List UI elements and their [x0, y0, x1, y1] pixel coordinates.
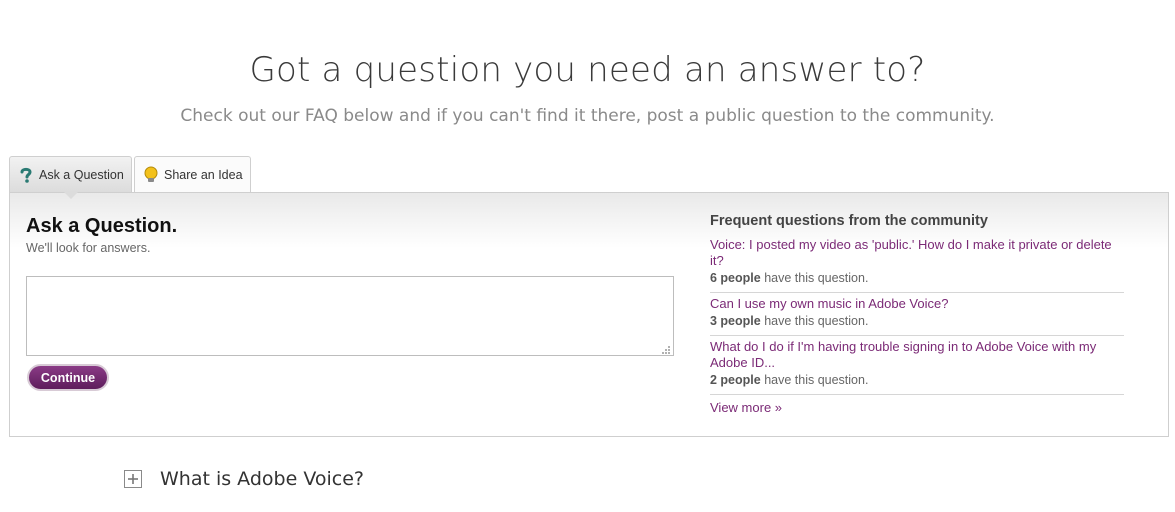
continue-button[interactable]: Continue: [27, 364, 109, 391]
faq-item: What do I do if I'm having trouble signi…: [710, 336, 1124, 395]
people-count: 3 people: [710, 314, 761, 328]
lightbulb-icon: [143, 166, 159, 184]
faq-item: Voice: I posted my video as 'public.' Ho…: [710, 234, 1124, 293]
view-more-link[interactable]: View more »: [710, 400, 782, 415]
faq-question-link[interactable]: Voice: I posted my video as 'public.' Ho…: [710, 237, 1124, 269]
tab-label: Ask a Question: [39, 167, 124, 182]
faq-item: Can I use my own music in Adobe Voice? 3…: [710, 293, 1124, 336]
tab-ask-question[interactable]: Ask a Question: [9, 156, 132, 192]
count-suffix: have this question.: [764, 373, 869, 387]
faq-count: 2 people have this question.: [710, 372, 1124, 388]
ask-question-title: Ask a Question.: [26, 215, 178, 237]
faq-heading: Frequent questions from the community: [710, 213, 988, 229]
accordion-label: What is Adobe Voice?: [160, 468, 364, 490]
faq-count: 3 people have this question.: [710, 313, 1124, 329]
resize-grip-icon[interactable]: [661, 342, 671, 354]
ask-question-subtitle: We'll look for answers.: [26, 241, 151, 255]
question-mark-icon: [18, 166, 34, 184]
frequent-questions: Frequent questions from the community Vo…: [710, 213, 1124, 417]
people-count: 6 people: [710, 271, 761, 285]
faq-question-link[interactable]: What do I do if I'm having trouble signi…: [710, 339, 1124, 371]
ask-question-panel: Ask a Question. We'll look for answers. …: [9, 192, 1169, 437]
expand-plus-icon[interactable]: [124, 470, 142, 488]
page-title: Got a question you need an answer to?: [249, 50, 926, 90]
faq-count: 6 people have this question.: [710, 270, 1124, 286]
tab-share-idea[interactable]: Share an Idea: [134, 156, 251, 193]
active-tab-pointer: [64, 192, 78, 199]
faq-accordion-item[interactable]: What is Adobe Voice?: [124, 468, 364, 490]
page-subtitle: Check out our FAQ below and if you can't…: [180, 106, 995, 126]
faq-question-link[interactable]: Can I use my own music in Adobe Voice?: [710, 296, 1124, 312]
count-suffix: have this question.: [764, 314, 869, 328]
count-suffix: have this question.: [764, 271, 869, 285]
people-count: 2 people: [710, 373, 761, 387]
tab-label: Share an Idea: [164, 168, 243, 182]
question-input[interactable]: [26, 276, 674, 356]
